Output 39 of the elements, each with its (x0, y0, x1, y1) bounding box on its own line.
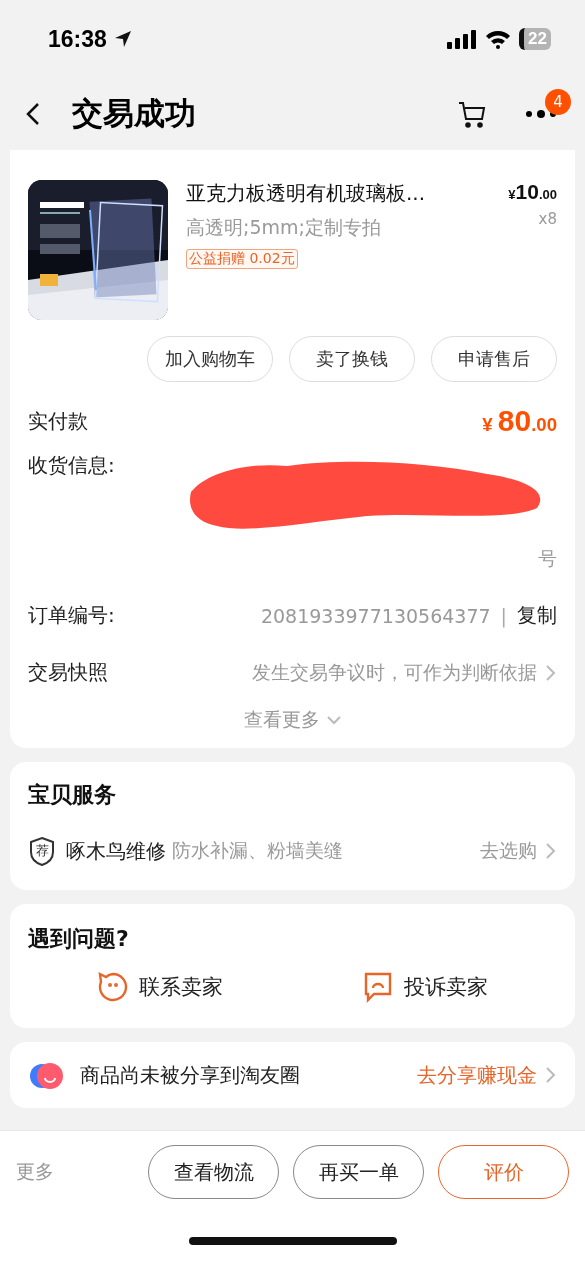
action-button[interactable]: 卖了换钱 (289, 336, 415, 382)
product-title[interactable]: 亚克力板透明有机玻璃板... (186, 180, 491, 207)
section-title: 遇到问题? (28, 926, 129, 951)
battery-icon: 22 (519, 28, 551, 50)
section-title: 宝贝服务 (28, 782, 116, 807)
recommend-badge: 荐 (28, 836, 56, 866)
chevron-icon (545, 1066, 557, 1084)
service-description: 防水补漏、粉墙美缝 (172, 838, 343, 863)
field-label: 收货信息: (28, 452, 115, 479)
order-action-button[interactable]: 再买一单 (293, 1145, 424, 1199)
order-action-button[interactable]: 查看物流 (148, 1145, 279, 1199)
page-title: 交易成功 (72, 94, 197, 133)
copy-button[interactable]: 复制 (517, 602, 557, 629)
product-price: ¥10.00 (508, 180, 557, 204)
action-button[interactable]: 加入购物车 (147, 336, 273, 382)
address-text: 号 (538, 546, 557, 571)
field-label: 实付款 (28, 407, 88, 435)
quantity: x8 (538, 210, 557, 228)
action-button[interactable]: 申请售后 (431, 336, 557, 382)
chat-face-icon (97, 971, 130, 1003)
status-time: 16:38 (48, 25, 107, 53)
chevron-icon (325, 715, 342, 725)
separator: | (500, 604, 507, 627)
signal-icon (447, 29, 478, 49)
order-number: 2081933977130564377 (260, 604, 491, 627)
wifi-icon (485, 29, 512, 49)
contact-seller-button[interactable]: 联系卖家 (91, 970, 230, 1004)
chevron-icon (545, 663, 557, 682)
share-status: 商品尚未被分享到淘友圈 (80, 1061, 300, 1089)
charity-tag: 公益捐赠 0.02元 (186, 249, 298, 269)
field-label: 订单编号: (28, 602, 115, 629)
paid-amount: ¥ 80.00 (482, 404, 557, 438)
chevron-icon (545, 842, 557, 860)
product-spec: 高透明;5mm;定制专拍 (186, 215, 382, 240)
field-label: 交易快照 (28, 659, 108, 686)
complain-button[interactable]: 投诉卖家 (355, 970, 494, 1004)
service-name: 啄木鸟维修 (66, 837, 166, 865)
notification-badge: 4 (545, 89, 571, 115)
share-logo-icon (28, 1060, 66, 1090)
